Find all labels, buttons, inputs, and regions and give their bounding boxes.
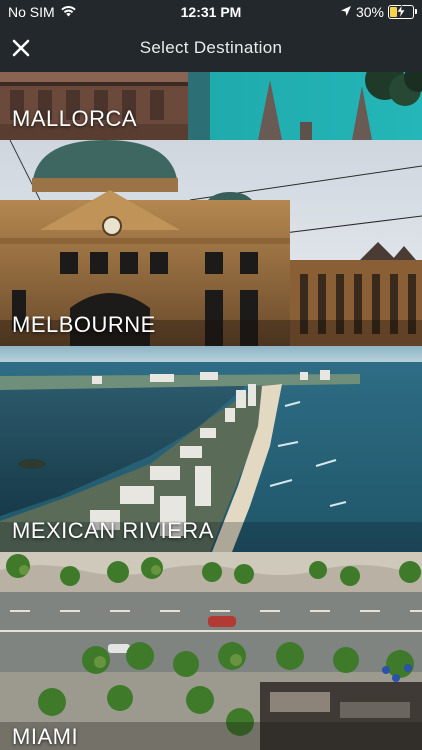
destination-label: MIAMI	[12, 724, 79, 749]
destination-label: MELBOURNE	[12, 312, 156, 337]
status-right: 30%	[340, 4, 417, 20]
status-bar: No SIM 12:31 PM 30%	[0, 0, 422, 24]
location-arrow-icon	[340, 4, 352, 20]
destination-label: MEXICAN RIVIERA	[12, 518, 214, 543]
destination-card-melbourne[interactable]: MELBOURNE	[0, 140, 422, 346]
destination-card-mallorca[interactable]: MALLORCA	[0, 72, 422, 140]
destination-card-mexican-riviera[interactable]: MEXICAN RIVIERA	[0, 346, 422, 552]
page-title: Select Destination	[139, 38, 283, 57]
battery-percent: 30%	[355, 4, 384, 20]
battery-level-fill	[390, 7, 397, 17]
nav-bar: Select Destination	[0, 24, 422, 72]
miami-photo	[0, 552, 422, 750]
destination-label: MALLORCA	[12, 106, 138, 131]
destination-list[interactable]: MALLORCA MELBOURNE MEXICAN RIVIERA MIAMI	[0, 72, 422, 750]
battery-charging-icon	[388, 5, 417, 19]
destination-card-miami[interactable]: MIAMI	[0, 552, 422, 750]
